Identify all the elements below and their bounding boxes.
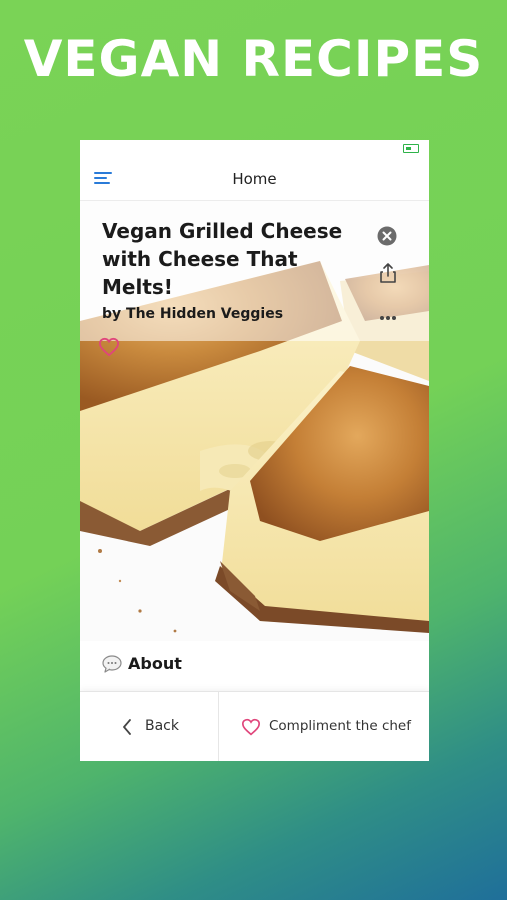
status-bar — [403, 144, 419, 153]
recipe-author: by The Hidden Veggies — [102, 306, 284, 322]
battery-icon — [403, 144, 419, 153]
page-title: Home — [232, 170, 277, 188]
about-label: About — [128, 654, 182, 673]
speech-bubble-icon — [102, 655, 122, 673]
about-section[interactable]: About — [80, 641, 429, 691]
top-navigation-bar: Home — [80, 158, 429, 201]
chevron-left-icon — [122, 718, 132, 736]
more-options-icon[interactable] — [379, 306, 397, 320]
bottom-action-bar: Back Compliment the chef — [80, 691, 429, 761]
recipe-title: Vegan Grilled Cheese with Cheese That Me… — [102, 219, 343, 299]
share-icon[interactable] — [379, 262, 397, 284]
compliment-label: Compliment the chef — [269, 718, 411, 734]
compliment-chef-button[interactable]: Compliment the chef — [219, 692, 429, 761]
favorite-heart-icon[interactable] — [98, 337, 120, 357]
back-label: Back — [145, 718, 179, 734]
phone-screen: Home Vegan Grilled Cheese with Cheese Th… — [80, 140, 429, 761]
back-button[interactable]: Back — [80, 692, 218, 761]
heart-icon — [241, 718, 261, 736]
close-icon[interactable] — [377, 226, 397, 246]
promo-title: VEGAN RECIPES — [23, 30, 484, 88]
